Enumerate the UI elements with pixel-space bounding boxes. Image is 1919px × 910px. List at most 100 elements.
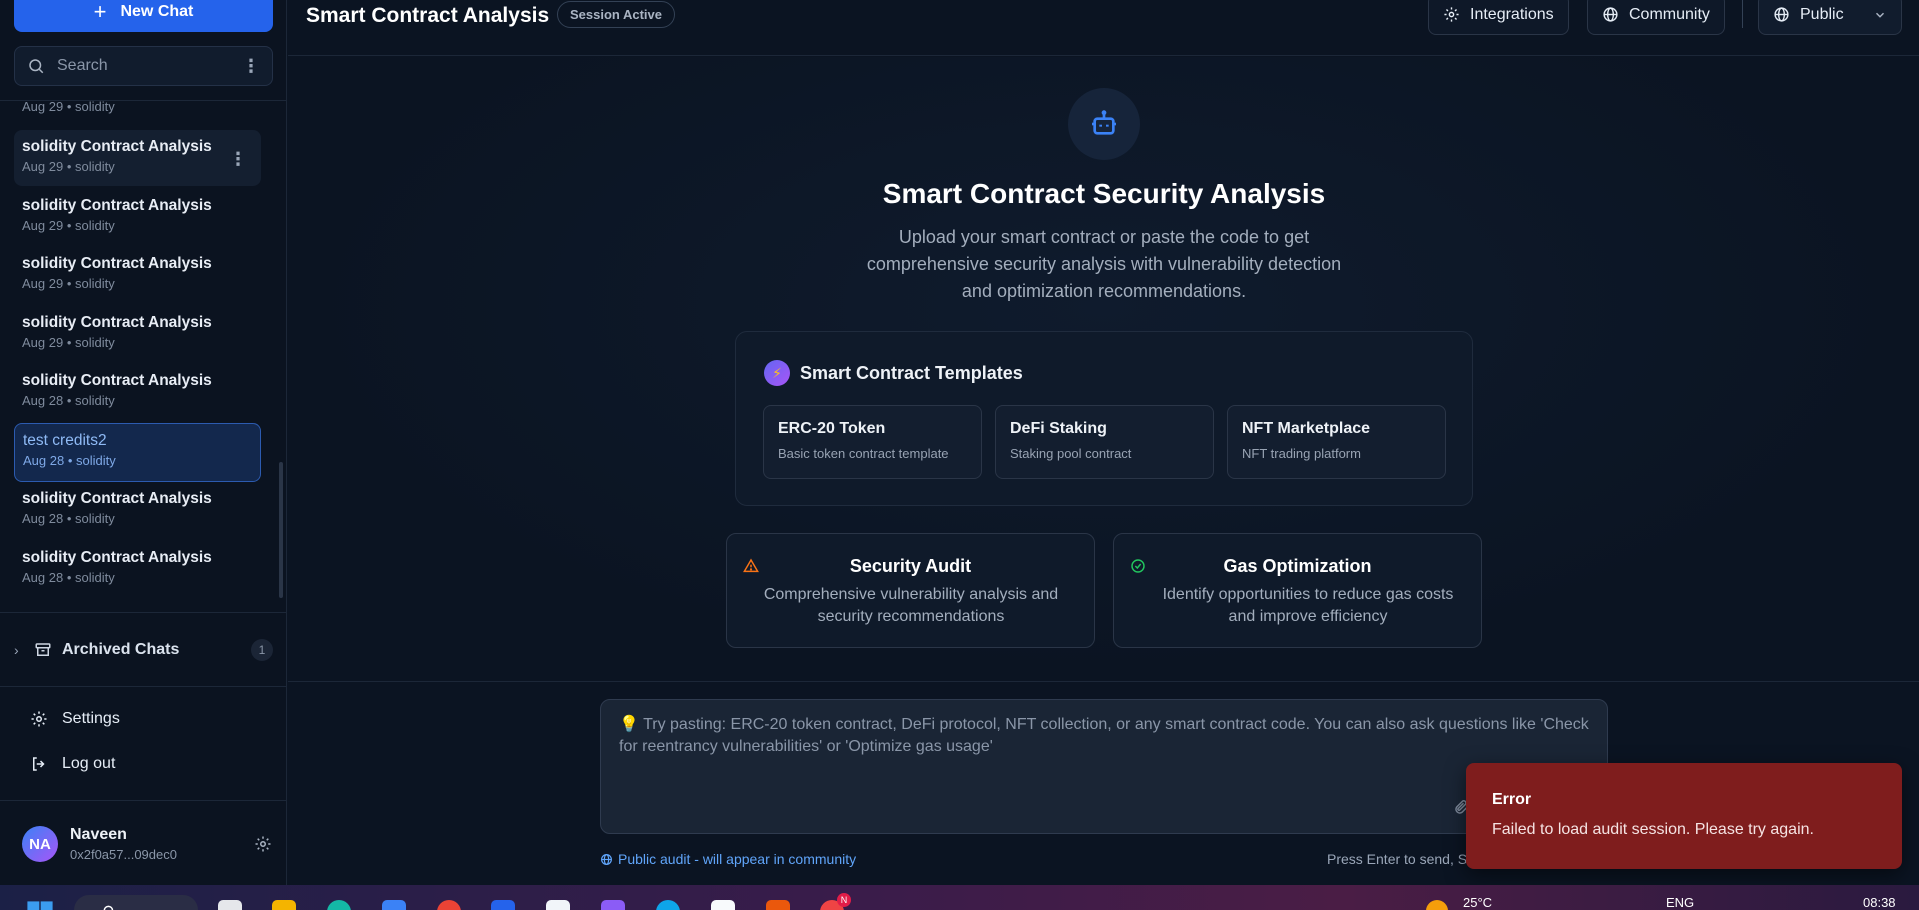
bolt-icon: ⚡ (764, 360, 790, 386)
feature-desc: Identify opportunities to reduce gas cos… (1162, 586, 1454, 625)
chat-item[interactable]: solidity Contract Analysis Aug 29 • soli… (14, 189, 261, 245)
weather-icon[interactable] (1426, 900, 1448, 910)
template-card-defi-staking[interactable]: DeFi Staking Staking pool contract (995, 405, 1214, 479)
settings-label: Settings (62, 710, 120, 727)
template-title: DeFi Staking (1010, 420, 1107, 437)
app-icon[interactable] (601, 900, 625, 910)
user-settings-icon[interactable] (254, 835, 272, 853)
public-note-text: Public audit - will appear in community (618, 851, 857, 867)
chat-item-title: test credits2 (23, 432, 107, 449)
hero-description: Upload your smart contract or paste the … (866, 227, 1342, 301)
archive-icon (35, 643, 51, 656)
search-icon (103, 905, 114, 910)
chat-item-meta: Aug 28 • solidity (23, 453, 116, 468)
feature-title: Gas Optimization (1223, 556, 1372, 576)
toast-message: Failed to load audit session. Please try… (1492, 821, 1814, 838)
vscode-icon[interactable] (491, 900, 515, 910)
chrome-icon[interactable] (437, 900, 461, 910)
new-chat-button[interactable]: + New Chat (14, 0, 273, 32)
chat-item-title: solidity Contract Analysis (22, 138, 212, 155)
search-icon (29, 59, 44, 74)
input-language[interactable]: ENG (1666, 895, 1694, 910)
globe-icon (601, 853, 612, 865)
chat-item-title: solidity Contract Analysis (22, 255, 212, 272)
chat-list-scrollbar[interactable] (279, 462, 283, 598)
chat-item[interactable]: solidity Contract Analysis Aug 29 • soli… (14, 306, 261, 362)
sidebar-divider (0, 686, 287, 687)
file-explorer-icon[interactable] (272, 900, 296, 910)
chat-list: Aug 29 • solidity solidity Contract Anal… (14, 100, 261, 610)
clock-time[interactable]: 08:38 (1863, 895, 1896, 910)
feature-card-gas-optimization[interactable]: Gas Optimization Identify opportunities … (1113, 533, 1482, 648)
integrations-button[interactable]: Integrations (1428, 0, 1569, 35)
page-title: Smart Contract Analysis (306, 4, 550, 27)
community-button[interactable]: Community (1587, 0, 1725, 35)
app-icon[interactable] (766, 900, 790, 910)
logout-link[interactable]: Log out (30, 755, 115, 773)
app-icon[interactable] (546, 900, 570, 910)
taskview-icon[interactable] (218, 900, 242, 910)
archived-chats-label: Archived Chats (62, 641, 180, 658)
os-taskbar: N 25°C ENG 08:38 (0, 885, 1919, 910)
wallet-address: 0x2f0a57...09dec0 (70, 847, 177, 862)
template-card-erc20[interactable]: ERC-20 Token Basic token contract templa… (763, 405, 982, 479)
templates-panel: ⚡ Smart Contract Templates ERC-20 Token … (735, 331, 1473, 506)
toast-title: Error (1492, 791, 1532, 808)
chat-item-meta: Aug 29 • solidity (22, 276, 115, 291)
chevron-down-icon (1875, 12, 1885, 18)
taskbar-search[interactable] (74, 895, 198, 910)
app-icon[interactable] (656, 900, 680, 910)
chat-item[interactable]: solidity Contract Analysis Aug 29 • soli… (14, 130, 261, 186)
app-icon[interactable] (711, 900, 735, 910)
globe-icon (1774, 7, 1789, 22)
chat-item-title: solidity Contract Analysis (22, 314, 212, 331)
logout-icon (33, 757, 45, 771)
enter-hint: Press Enter to send, S (1327, 851, 1468, 867)
search-input[interactable]: Search ⋮ (14, 46, 273, 86)
chevron-right-icon: › (14, 642, 19, 658)
chat-item-partial[interactable]: Aug 29 • solidity (14, 100, 261, 126)
template-card-nft-marketplace[interactable]: NFT Marketplace NFT trading platform (1227, 405, 1446, 479)
search-options-icon[interactable]: ⋮ (242, 57, 260, 75)
chat-item-meta: Aug 29 • solidity (22, 159, 115, 174)
visibility-label: Public (1800, 5, 1844, 23)
templates-heading: Smart Contract Templates (800, 362, 1023, 383)
bot-avatar (1068, 88, 1140, 160)
visibility-select[interactable]: Public (1758, 0, 1902, 35)
chat-item[interactable]: solidity Contract Analysis Aug 28 • soli… (14, 482, 261, 538)
chat-options-icon[interactable]: ⋮ (229, 150, 247, 168)
hero-title: Smart Contract Security Analysis (882, 178, 1326, 209)
chat-item-title: solidity Contract Analysis (22, 549, 212, 566)
user-profile: NA Naveen 0x2f0a57...09dec0 (22, 822, 272, 866)
message-placeholder: 💡 Try pasting: ERC-20 token contract, De… (619, 716, 1589, 755)
gear-icon (31, 711, 47, 727)
chat-item-active[interactable]: test credits2 Aug 28 • solidity (14, 423, 261, 482)
settings-link[interactable]: Settings (30, 710, 120, 728)
feature-card-security-audit[interactable]: Security Audit Comprehensive vulnerabili… (726, 533, 1095, 648)
windows-start-icon[interactable] (26, 900, 54, 910)
chat-item-meta: Aug 28 • solidity (22, 570, 115, 585)
gear-icon (1444, 7, 1459, 22)
edge-icon[interactable] (327, 900, 351, 910)
logout-label: Log out (62, 755, 116, 772)
error-toast[interactable]: Error Failed to load audit session. Plea… (1466, 763, 1902, 869)
chat-item[interactable]: solidity Contract Analysis Aug 29 • soli… (14, 247, 261, 303)
archived-chats-toggle[interactable]: › Archived Chats 1 (14, 635, 273, 665)
store-icon[interactable] (382, 900, 406, 910)
new-chat-label: New Chat (120, 3, 194, 20)
template-title: ERC-20 Token (778, 420, 886, 437)
template-desc: NFT trading platform (1242, 446, 1361, 461)
avatar: NA (22, 826, 58, 862)
feature-desc: Comprehensive vulnerability analysis and… (763, 586, 1059, 625)
plus-icon: + (93, 0, 107, 24)
temperature: 25°C (1463, 895, 1493, 910)
user-name: Naveen (70, 826, 127, 843)
archived-count-badge: 1 (251, 639, 273, 661)
chat-item-meta: Aug 29 • solidity (22, 218, 115, 233)
globe-icon (1603, 7, 1618, 22)
top-header: Smart Contract Analysis Session Active I… (288, 0, 1919, 56)
chat-item[interactable]: solidity Contract Analysis Aug 28 • soli… (14, 364, 261, 420)
template-desc: Basic token contract template (778, 446, 949, 461)
chat-item[interactable]: solidity Contract Analysis Aug 28 • soli… (14, 541, 261, 597)
feature-title: Security Audit (849, 556, 972, 576)
